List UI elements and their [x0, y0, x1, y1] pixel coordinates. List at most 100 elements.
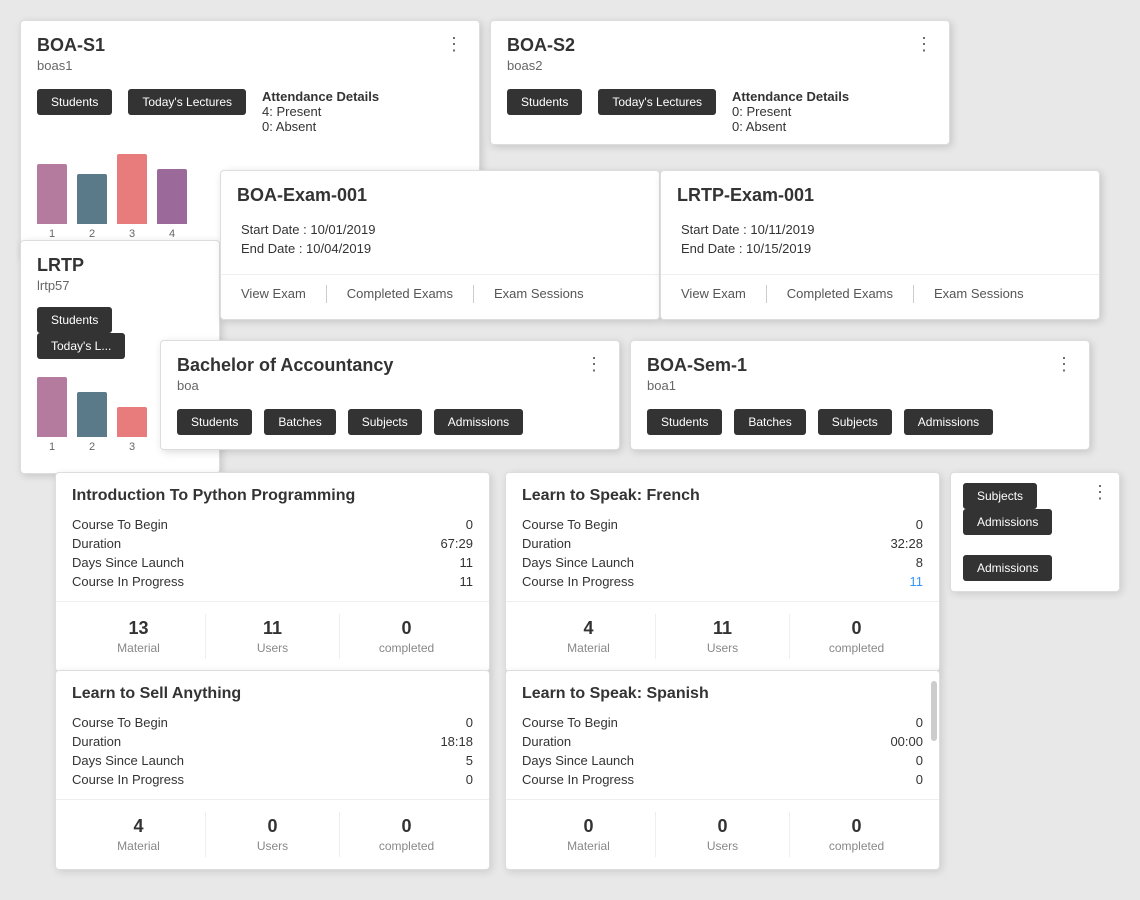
python-stat-val-1: 67:29: [440, 536, 473, 551]
spanish-completed-label: completed: [829, 839, 884, 853]
boa-sem-batches-button[interactable]: Batches: [734, 409, 805, 435]
lrtp-title: LRTP: [37, 255, 84, 276]
spanish-stat-label-0: Course To Begin: [522, 715, 618, 730]
python-stat-val-3: 11: [460, 574, 474, 589]
scrollbar[interactable]: [931, 681, 937, 741]
python-stat-label-2: Days Since Launch: [72, 555, 184, 570]
sell-title: Learn to Sell Anything: [56, 671, 489, 713]
card-boa-prog: Bachelor of Accountancy boa ⋮ Students B…: [160, 340, 620, 450]
bg-right-admissions2-button[interactable]: Admissions: [963, 555, 1052, 581]
card-course-sell: Learn to Sell Anything Course To Begin 0…: [55, 670, 490, 870]
sell-users-label: Users: [257, 839, 288, 853]
spanish-users-count: 0: [717, 816, 727, 837]
boa-prog-menu-icon[interactable]: ⋮: [585, 355, 603, 373]
spanish-footer: 0 Material 0 Users 0 completed: [506, 799, 939, 869]
bg-right-menu-icon[interactable]: ⋮: [1091, 483, 1109, 501]
exam-lrtp-view-link[interactable]: View Exam: [681, 285, 767, 303]
boa-sem-admissions-button[interactable]: Admissions: [904, 409, 993, 435]
sell-stat-label-1: Duration: [72, 734, 121, 749]
french-material-count: 4: [583, 618, 593, 639]
boa-sem-students-button[interactable]: Students: [647, 409, 722, 435]
spanish-users-label: Users: [707, 839, 738, 853]
boa-prog-batches-button[interactable]: Batches: [264, 409, 335, 435]
python-stat-val-0: 0: [466, 517, 473, 532]
boa-sem-subjects-button[interactable]: Subjects: [818, 409, 892, 435]
boas1-subtitle: boas1: [37, 58, 105, 73]
boas1-attendance-label: Attendance Details: [262, 89, 382, 104]
french-completed-label: completed: [829, 641, 884, 655]
exam-lrtp-completed-link[interactable]: Completed Exams: [787, 285, 914, 303]
boas1-lectures-button[interactable]: Today's Lectures: [128, 89, 246, 115]
sell-stat-val-0: 0: [466, 715, 473, 730]
card-course-python: Introduction To Python Programming Cours…: [55, 472, 490, 672]
french-footer: 4 Material 11 Users 0 completed: [506, 601, 939, 671]
french-stat-val-3: 11: [910, 574, 924, 589]
card-bg-right: Subjects Admissions Admissions ⋮: [950, 472, 1120, 592]
french-title: Learn to Speak: French: [506, 473, 939, 515]
sell-stat-val-2: 5: [466, 753, 473, 768]
boas1-title: BOA-S1: [37, 35, 105, 56]
spanish-stat-label-3: Course In Progress: [522, 772, 634, 787]
boas1-absent: 0: Absent: [262, 119, 382, 134]
french-users-count: 11: [713, 618, 732, 639]
exam-boa-sessions-link[interactable]: Exam Sessions: [494, 285, 604, 303]
sell-completed-count: 0: [401, 816, 411, 837]
exam-lrtp-sessions-link[interactable]: Exam Sessions: [934, 285, 1044, 303]
python-completed-label: completed: [379, 641, 434, 655]
boa-prog-title: Bachelor of Accountancy: [177, 355, 393, 376]
python-title: Introduction To Python Programming: [56, 473, 489, 515]
python-stat-label-0: Course To Begin: [72, 517, 168, 532]
boas2-present: 0: Present: [732, 104, 852, 119]
lrtp-students-button[interactable]: Students: [37, 307, 112, 333]
french-stats: Course To Begin 0 Duration 32:28 Days Si…: [506, 515, 939, 601]
french-stat-val-0: 0: [916, 517, 923, 532]
exam-boa-start: Start Date : 10/01/2019: [241, 222, 639, 237]
sell-stat-label-2: Days Since Launch: [72, 753, 184, 768]
spanish-material-label: Material: [567, 839, 610, 853]
python-stats: Course To Begin 0 Duration 67:29 Days Si…: [56, 515, 489, 601]
python-material-label: Material: [117, 641, 160, 655]
spanish-stat-label-1: Duration: [522, 734, 571, 749]
spanish-stat-val-3: 0: [916, 772, 923, 787]
boas1-students-button[interactable]: Students: [37, 89, 112, 115]
boas1-menu-icon[interactable]: ⋮: [445, 35, 463, 53]
sell-material-label: Material: [117, 839, 160, 853]
bg-right-subjects-button[interactable]: Subjects: [963, 483, 1037, 509]
boas2-students-button[interactable]: Students: [507, 89, 582, 115]
boa-prog-admissions-button[interactable]: Admissions: [434, 409, 523, 435]
sell-material-count: 4: [133, 816, 143, 837]
spanish-stat-val-2: 0: [916, 753, 923, 768]
python-stat-val-2: 11: [460, 555, 474, 570]
python-stat-label-3: Course In Progress: [72, 574, 184, 589]
french-stat-label-1: Duration: [522, 536, 571, 551]
card-boa-sem: BOA-Sem-1 boa1 ⋮ Students Batches Subjec…: [630, 340, 1090, 450]
card-course-spanish: Learn to Speak: Spanish Course To Begin …: [505, 670, 940, 870]
sell-stat-label-3: Course In Progress: [72, 772, 184, 787]
spanish-stat-label-2: Days Since Launch: [522, 753, 634, 768]
boas2-attendance-label: Attendance Details: [732, 89, 852, 104]
lrtp-lectures-button[interactable]: Today's L...: [37, 333, 125, 359]
boas2-lectures-button[interactable]: Today's Lectures: [598, 89, 716, 115]
sell-stats: Course To Begin 0 Duration 18:18 Days Si…: [56, 713, 489, 799]
bg-right-admissions-button[interactable]: Admissions: [963, 509, 1052, 535]
exam-lrtp-end: End Date : 10/15/2019: [681, 241, 1079, 256]
boas2-subtitle: boas2: [507, 58, 575, 73]
python-stat-label-1: Duration: [72, 536, 121, 551]
spanish-title: Learn to Speak: Spanish: [506, 671, 939, 713]
boa-prog-students-button[interactable]: Students: [177, 409, 252, 435]
french-stat-val-1: 32:28: [890, 536, 923, 551]
python-material-count: 13: [128, 618, 148, 639]
spanish-completed-count: 0: [851, 816, 861, 837]
spanish-stat-val-0: 0: [916, 715, 923, 730]
boas2-menu-icon[interactable]: ⋮: [915, 35, 933, 53]
sell-completed-label: completed: [379, 839, 434, 853]
python-users-label: Users: [257, 641, 288, 655]
spanish-stat-val-1: 00:00: [890, 734, 923, 749]
boa-sem-menu-icon[interactable]: ⋮: [1055, 355, 1073, 373]
exam-boa-completed-link[interactable]: Completed Exams: [347, 285, 474, 303]
french-stat-label-3: Course In Progress: [522, 574, 634, 589]
boa-sem-title: BOA-Sem-1: [647, 355, 747, 376]
python-completed-count: 0: [401, 618, 411, 639]
boa-prog-subjects-button[interactable]: Subjects: [348, 409, 422, 435]
exam-boa-view-link[interactable]: View Exam: [241, 285, 327, 303]
